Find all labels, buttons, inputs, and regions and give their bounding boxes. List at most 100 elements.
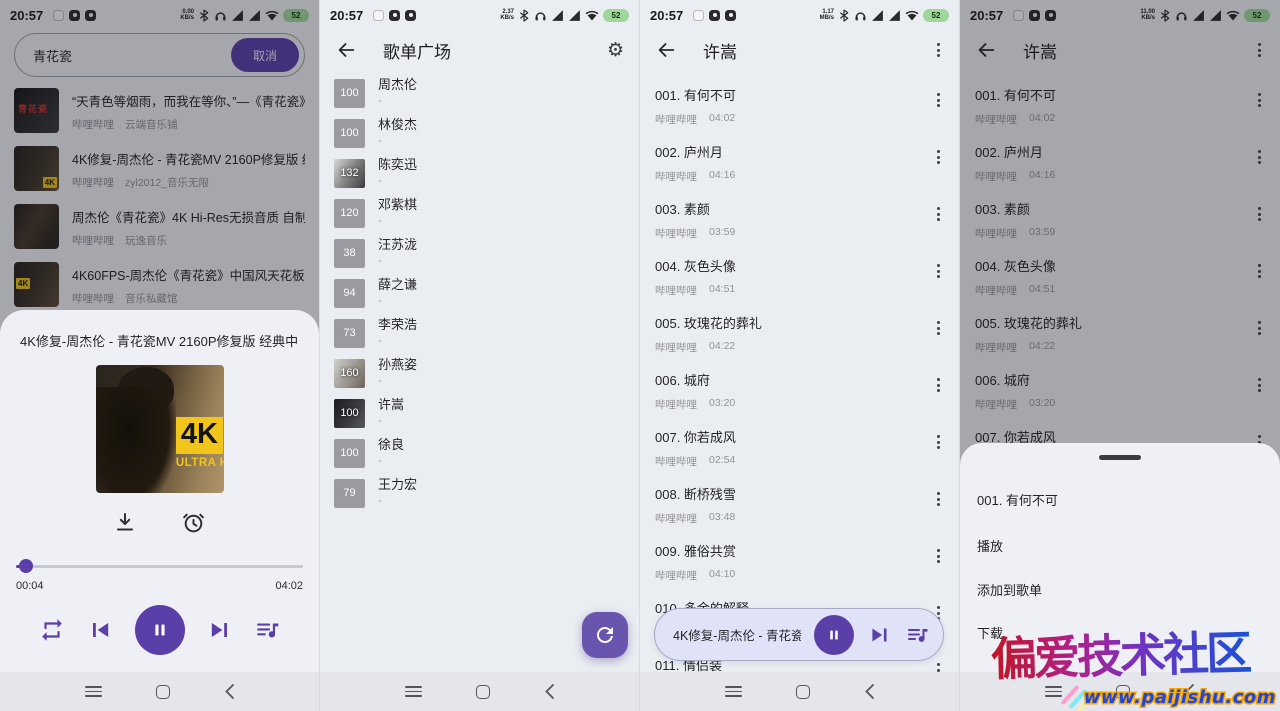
notification-icon — [405, 10, 416, 21]
cellular-signal-icon — [871, 9, 884, 22]
mini-pause-button[interactable] — [814, 615, 854, 655]
recents-button[interactable] — [85, 686, 102, 697]
song-count-badge: 79 — [334, 479, 365, 508]
pause-icon — [825, 626, 843, 644]
artist-row[interactable]: 120邓紫棋- — [320, 193, 639, 233]
artist-row[interactable]: 100许嵩- — [320, 393, 639, 433]
song-title: 009. 雅俗共赏 — [655, 541, 933, 560]
progress-slider[interactable] — [16, 559, 303, 573]
song-row[interactable]: 004. 灰色头像哔哩哔哩04:51 — [640, 250, 959, 307]
drag-handle[interactable] — [1099, 455, 1141, 460]
song-count-badge: 38 — [334, 239, 365, 268]
mini-next-button[interactable] — [867, 622, 893, 648]
artist-row[interactable]: 38汪苏泷- — [320, 233, 639, 273]
headset-icon — [534, 9, 547, 22]
artist-row[interactable]: 73李荣浩- — [320, 313, 639, 353]
song-row[interactable]: 002. 庐州月哔哩哔哩04:16 — [640, 136, 959, 193]
artist-sub: - — [378, 495, 417, 508]
repeat-button[interactable] — [39, 617, 65, 643]
song-more-icon[interactable] — [933, 146, 944, 168]
status-icons: 1.17MB/s 52 — [820, 9, 949, 22]
artist-name: 林俊杰 — [378, 118, 417, 133]
song-row[interactable]: 008. 断桥残雪哔哩哔哩03:48 — [640, 478, 959, 535]
song-title: 003. 素颜 — [655, 199, 933, 218]
page-title: 许嵩 — [703, 38, 737, 63]
app-header: 歌单广场 ⚙ — [320, 30, 639, 70]
bluetooth-icon — [838, 9, 850, 22]
pause-icon — [149, 619, 171, 641]
sleep-timer-button[interactable] — [181, 510, 206, 535]
wifi-icon — [585, 9, 599, 22]
home-button[interactable] — [796, 685, 810, 699]
mini-player[interactable]: 4K修复-周杰伦 - 青花瓷MV… — [654, 608, 944, 661]
pause-button[interactable] — [135, 605, 185, 655]
back-button[interactable] — [864, 683, 875, 700]
artist-sub: - — [378, 335, 417, 348]
network-speed: 1.17MB/s — [820, 9, 834, 22]
mini-playlist-button[interactable] — [906, 623, 930, 647]
recents-button[interactable] — [725, 686, 742, 697]
song-more-icon[interactable] — [933, 488, 944, 510]
option-play[interactable]: 播放 — [977, 536, 1003, 555]
home-button[interactable] — [476, 685, 490, 699]
player-dialog: 4K修复-周杰伦 - 青花瓷MV 2160P修复版 经典中… 4K ULTRA … — [0, 310, 319, 711]
android-nav-bar — [640, 672, 959, 711]
refresh-icon — [593, 623, 617, 647]
artist-name: 邓紫棋 — [378, 198, 417, 213]
mini-player-title: 4K修复-周杰伦 - 青花瓷MV… — [673, 625, 801, 644]
playlist-button[interactable] — [255, 617, 281, 643]
artist-row[interactable]: 100周杰伦- — [320, 73, 639, 113]
download-button[interactable] — [113, 510, 137, 534]
artist-sub: - — [378, 375, 417, 388]
artist-row[interactable]: 94薛之谦- — [320, 273, 639, 313]
cellular-signal-icon — [888, 9, 901, 22]
app-composite: 20:57 0.00KB/s 52 青花瓷 取消 青花瓷 “天青色等烟雨，而我在… — [0, 0, 1280, 711]
notification-icon — [373, 10, 384, 21]
home-button[interactable] — [156, 685, 170, 699]
now-playing-title: 4K修复-周杰伦 - 青花瓷MV 2160P修复版 经典中… — [20, 331, 299, 350]
notification-icon — [725, 10, 736, 21]
song-row[interactable]: 003. 素颜哔哩哔哩03:59 — [640, 193, 959, 250]
song-source: 哔哩哔哩 — [655, 169, 697, 184]
song-more-icon[interactable] — [933, 374, 944, 396]
song-row[interactable]: 005. 玫瑰花的葬礼哔哩哔哩04:22 — [640, 307, 959, 364]
song-row[interactable]: 006. 城府哔哩哔哩03:20 — [640, 364, 959, 421]
artist-row[interactable]: 100林俊杰- — [320, 113, 639, 153]
song-title: 001. 有何不可 — [655, 85, 933, 104]
back-button[interactable] — [544, 683, 555, 700]
total-time: 04:02 — [275, 580, 303, 592]
back-arrow-icon[interactable] — [655, 39, 677, 61]
android-nav-bar — [320, 672, 639, 711]
artist-row[interactable]: 100徐良- — [320, 433, 639, 473]
refresh-fab[interactable] — [582, 612, 628, 658]
option-add-to-playlist[interactable]: 添加到歌单 — [977, 580, 1042, 599]
slider-thumb[interactable] — [19, 559, 33, 573]
song-count-badge: 100 — [334, 119, 365, 148]
song-duration: 03:59 — [709, 226, 735, 241]
battery-indicator: 52 — [923, 9, 949, 22]
more-options-icon[interactable] — [933, 39, 944, 61]
next-button[interactable] — [206, 616, 234, 644]
song-more-icon[interactable] — [933, 203, 944, 225]
song-row[interactable]: 007. 你若成风哔哩哔哩02:54 — [640, 421, 959, 478]
previous-button[interactable] — [86, 616, 114, 644]
back-arrow-icon[interactable] — [335, 39, 357, 61]
artist-row[interactable]: 132陈奕迅- — [320, 153, 639, 193]
song-duration: 04:02 — [709, 112, 735, 127]
song-more-icon[interactable] — [933, 545, 944, 567]
song-more-icon[interactable] — [933, 260, 944, 282]
settings-gear-icon[interactable]: ⚙ — [607, 39, 624, 61]
song-more-icon[interactable] — [933, 431, 944, 453]
song-source: 哔哩哔哩 — [655, 511, 697, 526]
song-more-icon[interactable] — [933, 317, 944, 339]
artist-row[interactable]: 79王力宏- — [320, 473, 639, 513]
recents-button[interactable] — [405, 686, 422, 697]
song-row[interactable]: 001. 有何不可哔哩哔哩04:02 — [640, 79, 959, 136]
song-more-icon[interactable] — [933, 89, 944, 111]
song-count-badge: 160 — [334, 359, 365, 388]
artist-sub: - — [378, 175, 417, 188]
artist-sub: - — [378, 215, 417, 228]
song-row[interactable]: 009. 雅俗共赏哔哩哔哩04:10 — [640, 535, 959, 592]
back-button[interactable] — [224, 683, 235, 700]
artist-row[interactable]: 160孙燕姿- — [320, 353, 639, 393]
